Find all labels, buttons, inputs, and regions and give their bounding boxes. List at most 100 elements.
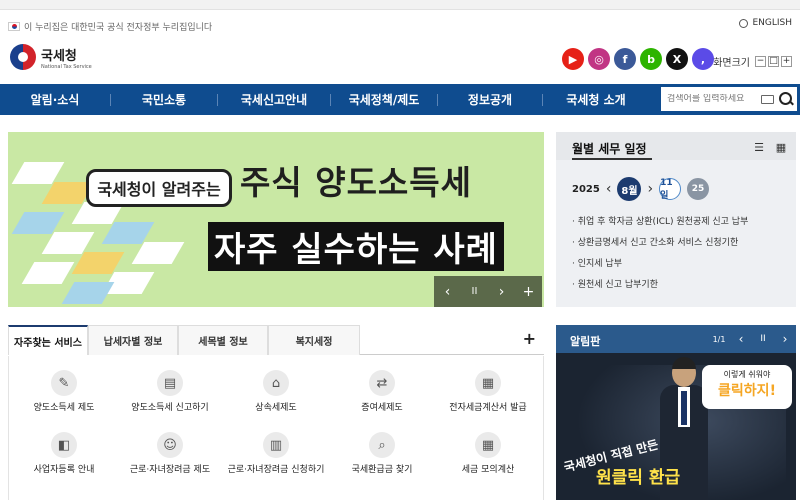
schedule-year: 2025	[572, 183, 600, 195]
font-size-label: 화면크기	[713, 58, 750, 69]
social-links: ▶ ◎ f b X,	[562, 48, 714, 70]
worker-icon: ☺	[157, 432, 183, 458]
document-pen-icon: ✎	[51, 370, 77, 396]
comma-icon[interactable]: ,	[692, 48, 714, 70]
korea-flag-icon	[8, 21, 20, 31]
banner-controls: ‹ II › +	[434, 276, 542, 307]
service-item[interactable]: ⇄ 증여세제도	[327, 370, 437, 413]
calendar-icon[interactable]: ▦	[770, 136, 792, 158]
tab-welfare-tax[interactable]: 복지세정	[268, 325, 360, 355]
calculator-icon: ▦	[475, 370, 501, 396]
service-label: 국세환급금 찾기	[351, 465, 413, 475]
service-tabs: 자주찾는 서비스 납세자별 정보 세목별 정보 복지세정 +	[8, 325, 544, 355]
blog-icon[interactable]: b	[640, 48, 662, 70]
application-icon: ▥	[263, 432, 289, 458]
simulation-icon: ▦	[475, 432, 501, 458]
service-label: 양도소득세 제도	[33, 403, 95, 413]
notice-title: 알림판	[570, 335, 601, 348]
service-label: 근로·자녀장려금 신청하기	[227, 465, 325, 475]
nav-item-disclosure[interactable]: 정보공개	[438, 91, 542, 108]
banner-more-button[interactable]: +	[515, 276, 542, 307]
schedule-item[interactable]: · 인지세 납부	[572, 258, 748, 279]
banner-prev-button[interactable]: ‹	[434, 276, 461, 307]
font-size-decrease-button[interactable]: −	[755, 56, 766, 67]
search-box	[660, 86, 798, 112]
x-icon[interactable]: X	[666, 48, 688, 70]
tabs-more-button[interactable]: +	[523, 329, 536, 348]
instagram-icon[interactable]: ◎	[588, 48, 610, 70]
service-item[interactable]: ☺ 근로·자녀장려금 제도	[115, 432, 225, 475]
gov-notice[interactable]: 이 누리집은 대한민국 공식 전자정부 누리집입니다	[8, 18, 212, 34]
facebook-icon[interactable]: f	[614, 48, 636, 70]
font-size-reset-button[interactable]: □	[768, 56, 779, 67]
service-label: 근로·자녀장려금 제도	[129, 465, 211, 475]
top-strip	[0, 0, 800, 10]
service-item[interactable]: ◧ 사업자등록 안내	[9, 432, 119, 475]
banner-title-line2: 자주 실수하는 사례	[208, 222, 504, 271]
service-item[interactable]: ▦ 전자세금계산서 발급	[433, 370, 543, 413]
notice-next-button[interactable]: ›	[774, 325, 796, 353]
schedule-title-underline	[572, 158, 652, 160]
notice-header: 알림판 1/1 ‹ II ›	[556, 325, 796, 353]
logo-name-en: National Tax Service	[41, 63, 92, 70]
list-view-icon[interactable]: ☰	[748, 136, 770, 158]
service-item[interactable]: ✎ 양도소득세 제도	[9, 370, 119, 413]
notice-pause-button[interactable]: II	[752, 325, 774, 353]
virtual-keyboard-icon[interactable]	[761, 94, 774, 104]
language-switch[interactable]: ENGLISH	[739, 18, 792, 28]
notice-page-indicator: 1/1	[712, 334, 726, 344]
notice-prev-button[interactable]: ‹	[730, 325, 752, 353]
tab-tax-item-info[interactable]: 세목별 정보	[178, 325, 268, 355]
search-input[interactable]	[661, 94, 761, 104]
service-label: 전자세금계산서 발급	[449, 403, 527, 413]
search-icon[interactable]	[778, 91, 794, 107]
service-item[interactable]: ▥ 근로·자녀장려금 신청하기	[221, 432, 331, 475]
service-item[interactable]: ▦ 세금 모의계산	[433, 432, 543, 475]
service-label: 양도소득세 신고하기	[131, 403, 209, 413]
current-month: 8월	[617, 177, 642, 201]
nav-item-tax-policy[interactable]: 국세정책/제도	[331, 91, 437, 108]
schedule-day[interactable]: 11일	[659, 178, 682, 201]
notice-caption-line2: 원클릭 환급	[596, 468, 681, 488]
logo[interactable]: 국세청 National Tax Service	[10, 44, 92, 70]
banner-next-button[interactable]: ›	[488, 276, 515, 307]
service-label: 증여세제도	[361, 403, 403, 413]
nav-item-communication[interactable]: 국민소통	[111, 91, 217, 108]
speech-small-text: 이렇게 쉬워야	[723, 370, 771, 379]
schedule-item[interactable]: · 상환금명세서 신고 간소화 서비스 신청기한	[572, 237, 748, 258]
schedule-item[interactable]: · 취업 후 학자금 상환(ICL) 원천공제 신고 납부	[572, 216, 748, 237]
schedule-title: 월별 세무 일정	[572, 142, 647, 156]
service-item[interactable]: ⌕ 국세환급금 찾기	[327, 432, 437, 475]
tab-taxpayer-info[interactable]: 납세자별 정보	[88, 325, 178, 355]
nav-item-about[interactable]: 국세청 소개	[543, 91, 649, 108]
service-label: 상속세제도	[255, 403, 297, 413]
banner-pause-button[interactable]: II	[461, 276, 488, 307]
nav-item-filing-guide[interactable]: 국세신고안내	[218, 91, 330, 108]
globe-icon	[739, 18, 749, 28]
monthly-tax-schedule: 월별 세무 일정 ☰ ▦ 2025 ‹ 8월 › 11일 25 · 취업 후 학…	[556, 132, 796, 307]
nav-item-news[interactable]: 알림·소식	[0, 91, 110, 108]
language-label: ENGLISH	[752, 18, 792, 28]
month-next-button[interactable]: ›	[647, 181, 653, 197]
schedule-item[interactable]: · 원천세 신고 납부기한	[572, 279, 748, 300]
font-size-increase-button[interactable]: +	[781, 56, 792, 67]
id-card-icon: ◧	[51, 432, 77, 458]
tab-frequent-services[interactable]: 자주찾는 서비스	[8, 325, 88, 355]
nts-emblem-icon	[10, 44, 36, 70]
form-icon: ▤	[157, 370, 183, 396]
youtube-icon[interactable]: ▶	[562, 48, 584, 70]
inheritance-icon: ⌂	[263, 370, 289, 396]
gift-icon: ⇄	[369, 370, 395, 396]
schedule-header: 월별 세무 일정 ☰ ▦	[556, 132, 796, 160]
service-item[interactable]: ▤ 양도소득세 신고하기	[115, 370, 225, 413]
schedule-day[interactable]: 25	[687, 178, 710, 200]
service-item[interactable]: ⌂ 상속세제도	[221, 370, 331, 413]
speech-big-text: 클릭하지!	[718, 383, 776, 399]
schedule-list: · 취업 후 학자금 상환(ICL) 원천공제 신고 납부 · 상환금명세서 신…	[572, 216, 748, 300]
schedule-month-row: 2025 ‹ 8월 › 11일 25	[572, 177, 710, 201]
gov-notice-text: 이 누리집은 대한민국 공식 전자정부 누리집입니다	[24, 22, 213, 33]
service-label: 세금 모의계산	[461, 465, 515, 475]
font-size-control: 화면크기 − □ +	[713, 54, 792, 69]
month-prev-button[interactable]: ‹	[606, 181, 612, 197]
notice-board[interactable]: 이렇게 쉬워야 클릭하지! 국세청이 직접 만든 원클릭 환급 알림판 1/1 …	[556, 325, 796, 500]
